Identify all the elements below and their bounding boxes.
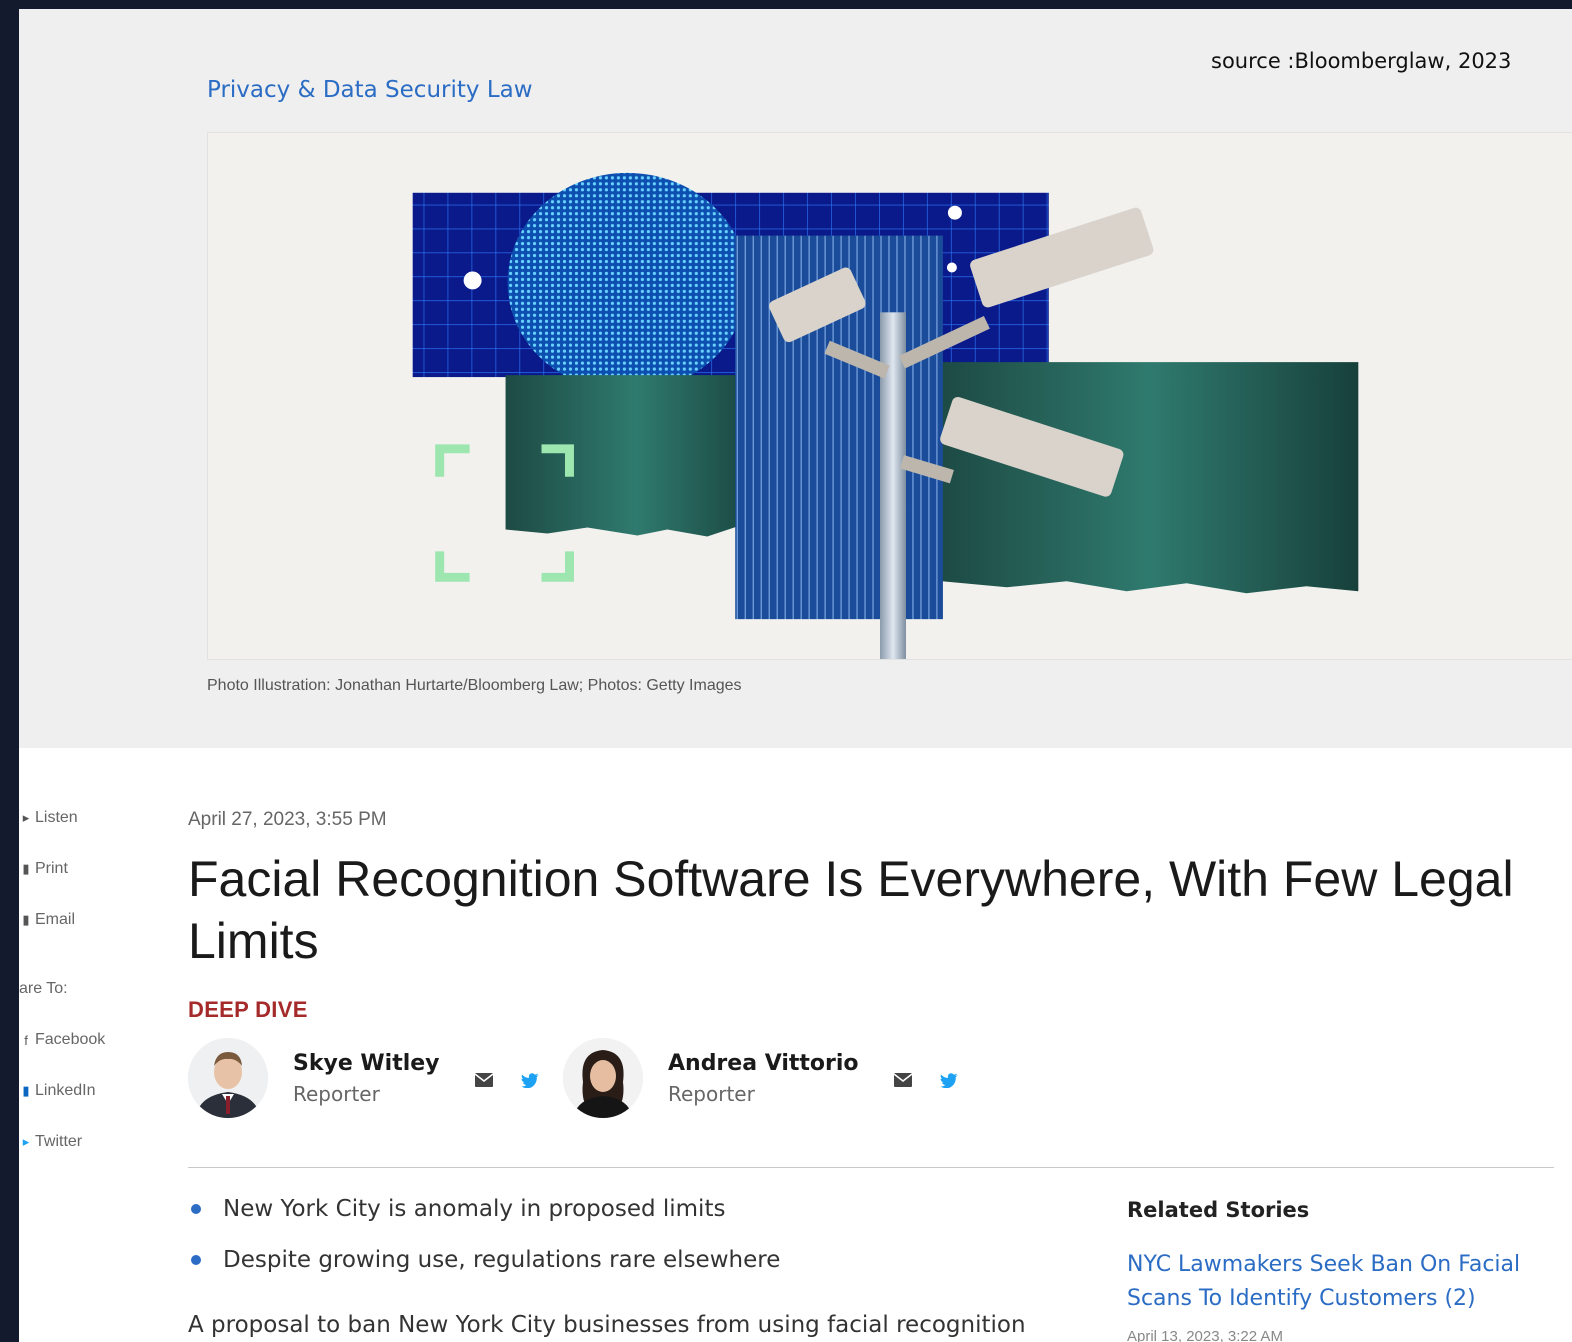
related-story-date: April 13, 2023, 3:22 AM — [1127, 1328, 1283, 1342]
author-name[interactable]: Andrea Vittorio — [668, 1051, 859, 1076]
listen-button[interactable]: ▸ Listen — [23, 809, 78, 827]
surveillance-illustration — [208, 133, 1572, 659]
mail-icon[interactable] — [893, 1070, 913, 1090]
avatar[interactable] — [563, 1038, 643, 1118]
divider — [188, 1167, 1554, 1168]
linkedin-share-button[interactable]: ▮ LinkedIn — [22, 1082, 96, 1100]
print-button[interactable]: ▮ Print — [22, 860, 68, 878]
twitter-icon[interactable] — [939, 1070, 959, 1090]
article-lede: A proposal to ban New York City business… — [188, 1312, 1026, 1338]
facebook-icon: f — [24, 1032, 28, 1048]
email-label: Email — [35, 911, 76, 928]
linkedin-icon: ▮ — [22, 1083, 30, 1098]
email-icon: ▮ — [22, 912, 30, 927]
bullet-icon — [191, 1255, 201, 1265]
facebook-share-button[interactable]: f Facebook — [24, 1031, 106, 1049]
article-headline: Facial Recognition Software Is Everywher… — [188, 851, 1514, 969]
twitter-icon: ▸ — [22, 1134, 30, 1149]
facebook-label: Facebook — [35, 1031, 106, 1048]
bullet-text: Despite growing use, regulations rare el… — [223, 1247, 781, 1273]
avatar[interactable] — [188, 1038, 268, 1118]
deep-dive-label: DEEP DIVE — [188, 997, 308, 1022]
author-name[interactable]: Skye Witley — [293, 1051, 440, 1076]
share-to-label: are To: — [19, 980, 68, 997]
twitter-label: Twitter — [35, 1133, 83, 1150]
email-button[interactable]: ▮ Email — [22, 911, 76, 929]
print-label: Print — [35, 860, 68, 877]
author-role: Reporter — [668, 1081, 755, 1106]
linkedin-label: LinkedIn — [35, 1082, 96, 1099]
bullet-text: New York City is anomaly in proposed lim… — [223, 1196, 726, 1222]
listen-label: Listen — [35, 809, 78, 826]
related-stories: Related Stories NYC Lawmakers Seek Ban O… — [1127, 1198, 1547, 1342]
play-icon: ▸ — [22, 810, 30, 825]
print-icon: ▮ — [22, 861, 30, 876]
article-body: ▸ Listen ▮ Print ▮ Email are To: f Facebook … — [19, 748, 1572, 1342]
image-caption: Photo Illustration: Jonathan Hurtarte/Bl… — [207, 677, 742, 694]
source-note: source :Bloomberglaw, 2023 — [1211, 49, 1512, 73]
section-link[interactable]: Privacy & Data Security Law — [207, 77, 533, 103]
list-item: Despite growing use, regulations rare el… — [188, 1245, 780, 1275]
related-story-link[interactable]: NYC Lawmakers Seek Ban On Facial Scans T… — [1127, 1248, 1547, 1316]
twitter-share-button[interactable]: ▸ Twitter — [23, 1133, 83, 1151]
mail-icon[interactable] — [474, 1070, 494, 1090]
article-date: April 27, 2023, 3:55 PM — [188, 809, 387, 830]
hero-image — [207, 132, 1572, 660]
related-stories-title: Related Stories — [1127, 1198, 1310, 1222]
author-card: Skye Witley Reporter — [188, 1038, 540, 1118]
author-card: Andrea Vittorio Reporter — [563, 1038, 959, 1118]
window-left-border — [0, 0, 19, 1342]
bullet-icon — [191, 1204, 201, 1214]
list-item: New York City is anomaly in proposed lim… — [188, 1194, 780, 1224]
hero-section: source :Bloomberglaw, 2023 Privacy & Dat… — [19, 9, 1572, 748]
author-role: Reporter — [293, 1081, 380, 1106]
key-points-list: New York City is anomaly in proposed lim… — [188, 1194, 780, 1296]
twitter-icon[interactable] — [520, 1070, 540, 1090]
window-top-border — [0, 0, 1572, 9]
